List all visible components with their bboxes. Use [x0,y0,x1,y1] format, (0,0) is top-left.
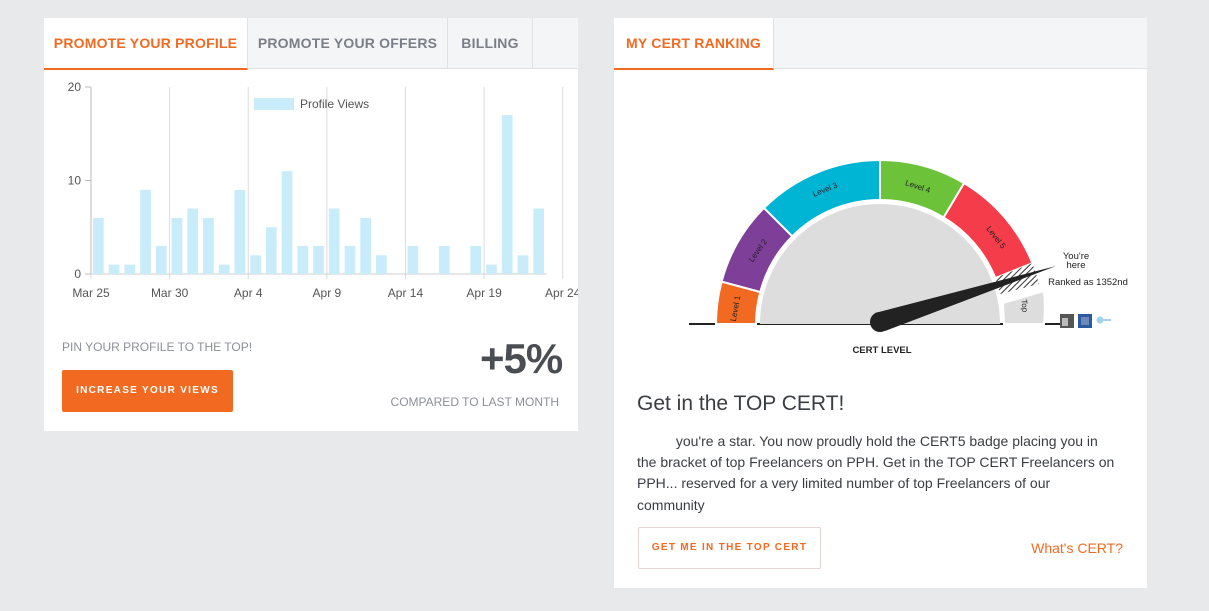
bar [470,245,482,274]
bar [486,264,497,274]
get-top-cert-button[interactable]: GET ME IN THE TOP CERT [638,527,821,569]
promote-panel: PROMOTE YOUR PROFILE PROMOTE YOUR OFFERS… [44,18,578,431]
increase-views-button[interactable]: INCREASE YOUR VIEWS [62,370,233,412]
bar [517,255,529,274]
key-icon [1096,316,1104,324]
tab-promote-offers[interactable]: PROMOTE YOUR OFFERS [248,18,448,69]
cert-ranking-panel: MY CERT RANKING Level 1 Level 2 Level 3 … [614,18,1147,588]
y-tick-label: 20 [68,80,82,94]
bar [297,245,309,274]
whats-cert-link[interactable]: What's CERT? [1031,540,1123,556]
bar [407,245,419,274]
tab-billing[interactable]: BILLING [448,18,533,69]
bar [140,189,151,274]
bar [124,264,136,274]
x-tick-label: Apr 9 [313,286,342,300]
legend-swatch [254,98,294,110]
bar [313,245,324,274]
cert-heading: Get in the TOP CERT! [637,392,845,415]
bar [234,189,246,274]
x-tick-label: Apr 24 [545,286,578,300]
bar [250,255,261,274]
x-tick-label: Mar 30 [151,286,189,300]
bar [328,208,340,274]
bar [281,171,293,274]
cert-tabbar: MY CERT RANKING [614,18,1147,70]
pin-profile-note: PIN YOUR PROFILE TO THE TOP! [62,340,253,354]
bar [218,264,230,274]
x-tick-label: Apr 19 [466,286,502,300]
profile-views-chart: Mar 25 Mar 30 Apr 4 Apr 9 Apr 14 Apr 19 Apr 24… [68,80,578,300]
gauge-caption: CERT LEVEL [852,345,911,356]
x-tick-label: Apr 4 [234,286,263,300]
bar [93,217,104,274]
bar [344,245,356,274]
bar [360,217,372,274]
bar [265,227,277,274]
bar [187,208,199,274]
x-tick-label: Mar 25 [72,286,110,300]
x-tick-label: Apr 14 [388,286,424,300]
compared-note: COMPARED TO LAST MONTH [390,395,559,409]
bar [171,217,183,274]
y-tick-label: 0 [74,267,81,281]
bar [376,255,387,274]
cert-description: you're a star. You now proudly hold the … [637,433,1115,513]
y-tick-label: 10 [68,174,82,188]
views-change-value: +5% [480,335,563,382]
cert-gauge: Level 1 Level 2 Level 3 Level 4 Level 5 … [689,158,1128,356]
bar [533,208,544,274]
promote-tabbar: PROMOTE YOUR PROFILE PROMOTE YOUR OFFERS… [44,18,578,70]
gauge-label-top: Top [1019,299,1029,313]
ranked-as-text: Ranked as 1352nd [1048,277,1128,288]
bar [438,245,450,274]
bar [203,217,214,274]
tab-my-cert-ranking[interactable]: MY CERT RANKING [614,18,774,70]
bar [108,264,120,274]
you-are-here-line2: here [1066,260,1085,271]
gauge-needle-hub [870,312,890,332]
legend-label: Profile Views [300,97,369,111]
bar [155,245,167,274]
tab-promote-profile[interactable]: PROMOTE YOUR PROFILE [44,18,248,70]
bar [501,115,513,274]
